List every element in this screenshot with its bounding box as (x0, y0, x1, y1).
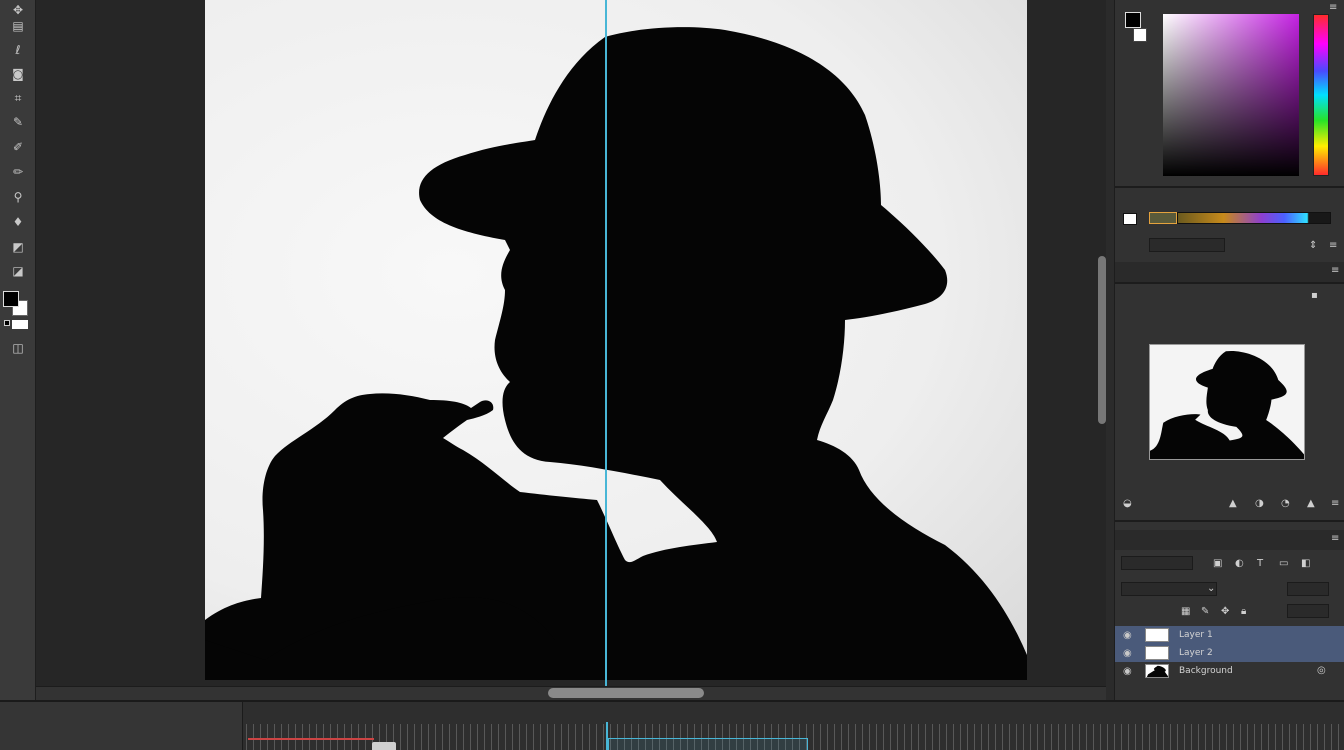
filter-type-icon[interactable]: T (1257, 558, 1263, 569)
panel-divider (1115, 186, 1344, 188)
swap-colors-icon[interactable] (12, 320, 28, 329)
layer-thumbnail (1145, 646, 1169, 660)
layer-row[interactable]: ◉ Background ◎ (1115, 662, 1344, 680)
visibility-eye-icon[interactable]: ◉ (1123, 630, 1132, 641)
zoom-mountain-small-icon[interactable]: ▲ (1229, 498, 1237, 509)
navigator-silhouette (1150, 350, 1304, 459)
filter-smart-object-icon[interactable]: ◧ (1301, 558, 1310, 569)
timeline-selected-clip[interactable] (608, 738, 808, 750)
chevron-down-icon[interactable]: ⌄ (1207, 583, 1215, 594)
photoshop-window: ✥ ▤ ℓ ◙ ⌗ ✎ ✐ ✏ ⚲ ♦ ◩ ◪ ◫ ≡ ⇕ ≡ ≡ ▪ ◒ ▲ … (0, 0, 1344, 750)
filter-pixel-icon[interactable]: ▣ (1213, 558, 1222, 569)
horizontal-scrollbar[interactable] (548, 688, 704, 698)
right-panel-dock: ≡ ⇕ ≡ ≡ ▪ ◒ ▲ ◑ ◔ ▲ ≡ ≡ ▣ ◐ T ▭ ◧ ⌄ ▦ ✎ … (1114, 0, 1344, 700)
lasso-tool-icon[interactable]: ℓ (7, 40, 29, 60)
filter-adjustment-icon[interactable]: ◐ (1235, 558, 1244, 569)
panel-menu-icon[interactable]: ≡ (1329, 2, 1337, 13)
marquee-tool-icon[interactable]: ▤ (7, 16, 29, 36)
lock-all-icon[interactable]: 🔒︎ (1241, 606, 1246, 617)
healing-brush-tool-icon[interactable]: ✐ (7, 137, 29, 157)
layer-name: Layer 2 (1179, 648, 1213, 658)
panel-dock-gutter (1106, 0, 1114, 700)
vertical-guide-line[interactable] (605, 0, 607, 686)
layer-thumbnail (1145, 664, 1169, 678)
panel-divider (1115, 520, 1344, 522)
layers-tabbar (1115, 530, 1344, 550)
color-background-swatch[interactable] (1133, 28, 1147, 42)
tools-panel: ✥ ▤ ℓ ◙ ⌗ ✎ ✐ ✏ ⚲ ♦ ◩ ◪ ◫ (0, 0, 36, 700)
zoom-fit-icon[interactable]: ◔ (1281, 498, 1290, 509)
color-picker-field[interactable] (1163, 14, 1299, 176)
lock-position-icon[interactable]: ✥ (1221, 606, 1229, 617)
hue-slider[interactable] (1313, 14, 1329, 176)
color-foreground-swatch[interactable] (1125, 12, 1141, 28)
foreground-color-swatch[interactable] (3, 291, 19, 307)
document-canvas[interactable] (205, 0, 1027, 680)
crop-tool-icon[interactable]: ⌗ (7, 88, 29, 108)
layer-fill-field[interactable] (1287, 604, 1329, 618)
opacity-field[interactable] (1149, 238, 1225, 252)
timeline-panel (0, 700, 1344, 750)
gradient-tool-icon[interactable]: ◪ (7, 261, 29, 281)
history-brush-tool-icon[interactable]: ♦ (7, 212, 29, 232)
layer-name: Layer 1 (1179, 630, 1213, 640)
eraser-tool-icon[interactable]: ◩ (7, 237, 29, 257)
zoom-mountain-large-icon[interactable]: ▲ (1307, 498, 1315, 509)
panel-menu-icon[interactable]: ≡ (1331, 498, 1339, 509)
panel-menu-icon[interactable]: ≡ (1329, 240, 1337, 251)
panel-divider (1115, 282, 1344, 284)
lock-image-icon[interactable]: ✎ (1201, 606, 1209, 617)
layer-thumbnail (1145, 628, 1169, 642)
quick-mask-icon[interactable]: ◫ (7, 338, 29, 358)
brush-tool-icon[interactable]: ✏ (7, 162, 29, 182)
layer-filter-dropdown[interactable] (1121, 556, 1193, 570)
clone-stamp-tool-icon[interactable]: ⚲ (7, 187, 29, 207)
blend-mode-dropdown[interactable] (1121, 582, 1217, 596)
vertical-scrollbar[interactable] (1098, 256, 1106, 424)
visibility-eye-icon[interactable]: ◉ (1123, 648, 1132, 659)
navigator-tabbar (1115, 262, 1344, 282)
filter-shape-icon[interactable]: ▭ (1279, 558, 1288, 569)
eyedropper-tool-icon[interactable]: ✎ (7, 112, 29, 132)
collapse-icon[interactable]: ⇕ (1309, 240, 1317, 251)
silhouette-image (205, 27, 1027, 680)
layer-row[interactable]: ◉ Layer 1 (1115, 626, 1344, 644)
panel-options-icon[interactable]: ▪ (1311, 290, 1318, 301)
swatch-selected[interactable] (1149, 212, 1177, 224)
zoom-in-icon[interactable]: ◑ (1255, 498, 1264, 509)
quick-select-tool-icon[interactable]: ◙ (7, 64, 29, 84)
default-colors-icon[interactable] (4, 320, 10, 326)
layer-row[interactable]: ◉ Layer 2 (1115, 644, 1344, 662)
panel-menu-icon[interactable]: ≡ (1331, 265, 1339, 276)
timeline-playhead[interactable] (606, 722, 608, 750)
zoom-out-icon[interactable]: ◒ (1123, 498, 1132, 509)
timeline-layer-list (0, 702, 243, 750)
panel-menu-icon[interactable]: ≡ (1331, 533, 1339, 544)
navigator-thumbnail[interactable] (1149, 344, 1305, 460)
layer-silhouette-thumb (1146, 665, 1168, 677)
swatch-white[interactable] (1123, 213, 1137, 225)
lock-transparent-icon[interactable]: ▦ (1181, 606, 1190, 617)
color-ramp[interactable] (1177, 212, 1331, 224)
layer-name: Background (1179, 666, 1233, 676)
layer-lock-icon: ◎ (1317, 665, 1326, 676)
layer-opacity-field[interactable] (1287, 582, 1329, 596)
timeline-work-area-bar[interactable] (248, 738, 374, 740)
timeline-clip-handle[interactable] (372, 742, 396, 750)
visibility-eye-icon[interactable]: ◉ (1123, 666, 1132, 677)
